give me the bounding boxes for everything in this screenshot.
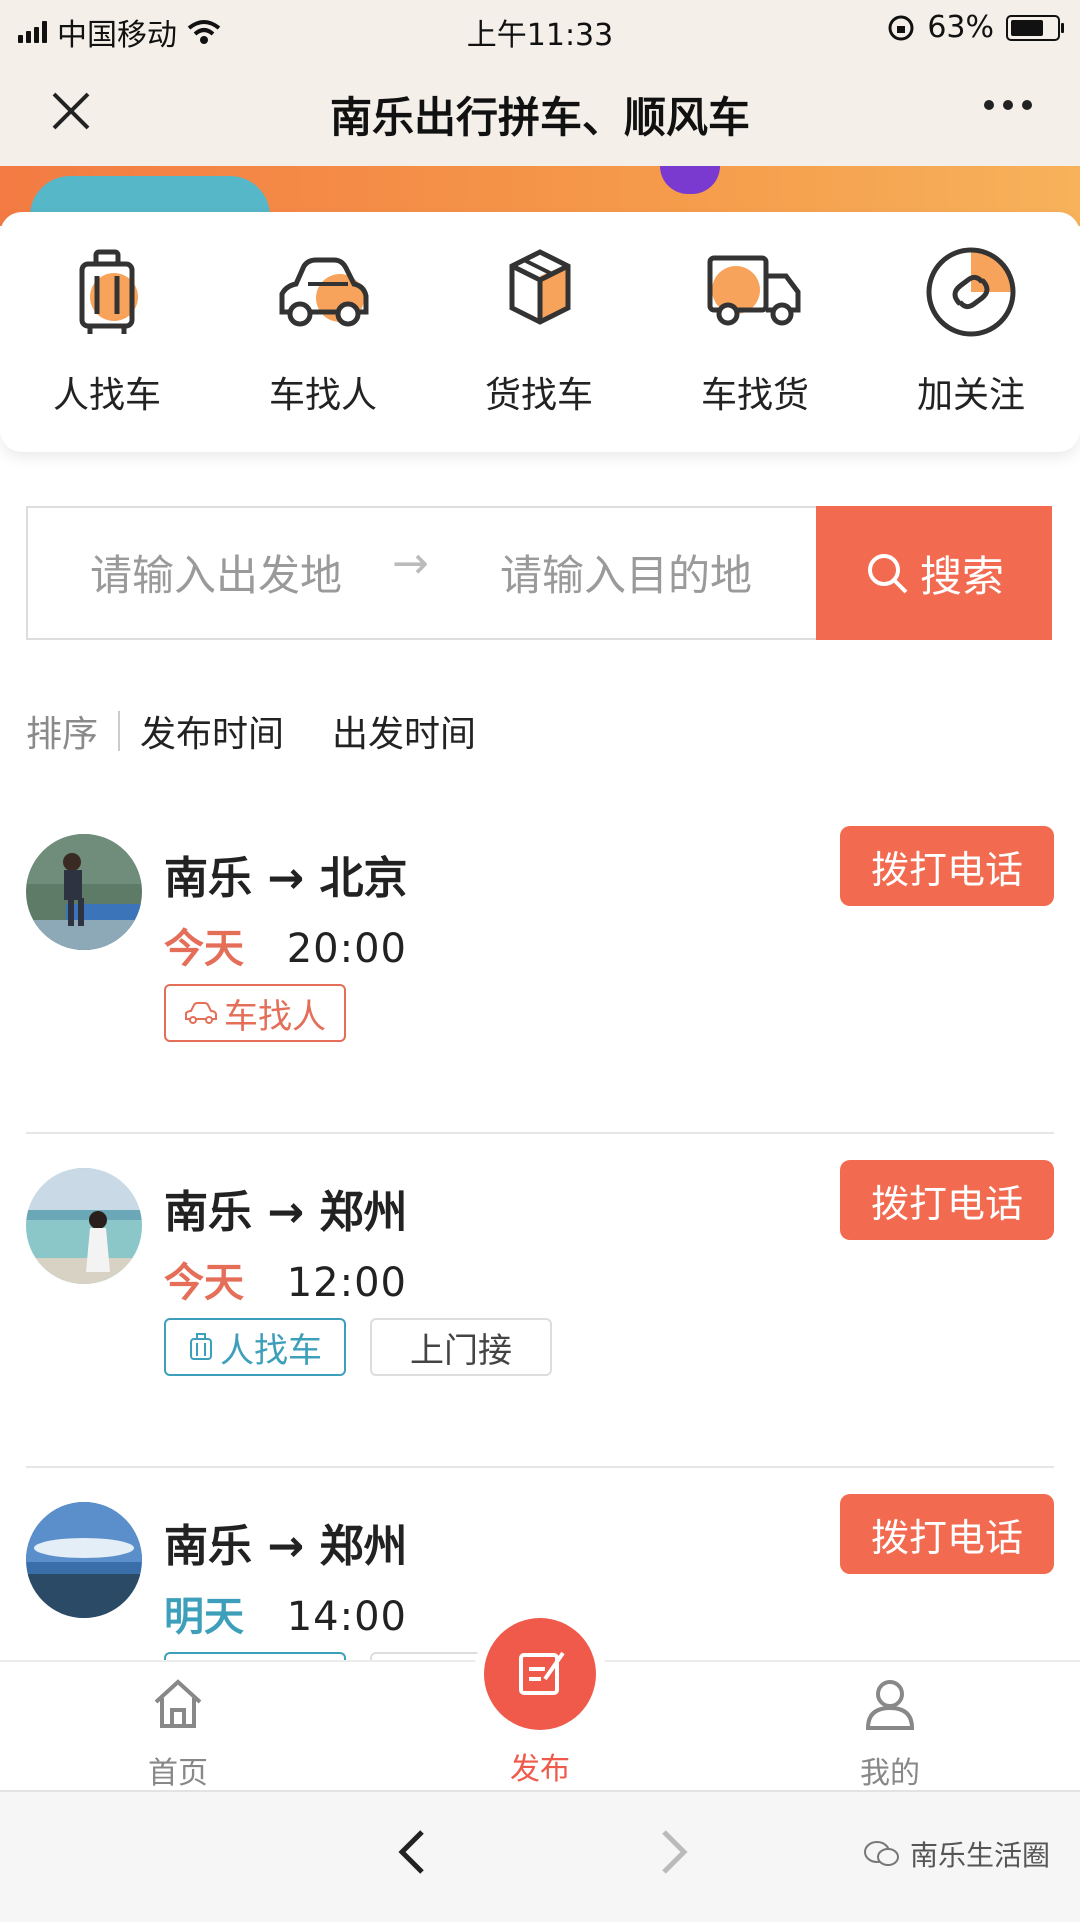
tab-mine[interactable]: 我的 xyxy=(790,1676,990,1792)
search-button-label: 搜索 xyxy=(919,551,1004,601)
call-button[interactable]: 拨打电话 xyxy=(840,826,1054,906)
arrow-icon: → xyxy=(392,538,429,589)
tab-home-label: 首页 xyxy=(148,1756,208,1791)
tab-mine-label: 我的 xyxy=(860,1756,920,1791)
box-icon xyxy=(509,249,571,325)
search-button[interactable]: 搜索 xyxy=(816,506,1052,640)
avatar xyxy=(26,1168,142,1284)
tag-car-find-person: 车找人 xyxy=(164,984,346,1042)
sort-bar: 排序 发布时间 出发时间 xyxy=(26,706,524,756)
ride-item[interactable]: 南乐 → 北京 今天 20:00 拨打电话 车找人 xyxy=(0,800,1080,1134)
browser-toolbar: 南乐生活圈 xyxy=(0,1790,1080,1922)
ride-time: 明天 14:00 xyxy=(164,1584,407,1642)
user-icon xyxy=(865,1680,915,1730)
publish-button[interactable] xyxy=(484,1618,596,1730)
rotation-lock-icon xyxy=(888,15,914,40)
tab-home[interactable]: 首页 xyxy=(78,1676,278,1792)
nav-bar: 南乐出行拼车、顺风车 xyxy=(0,56,1080,166)
sort-divider xyxy=(118,711,121,751)
departure-input[interactable]: 请输入出发地 xyxy=(90,542,342,603)
watermark-text: 南乐生活圈 xyxy=(909,1839,1050,1872)
destination-input[interactable]: 请输入目的地 xyxy=(500,542,752,603)
search-bar: 请输入出发地 → 请输入目的地 搜索 xyxy=(26,506,1052,640)
quick-action-label: 车找人 xyxy=(268,375,377,416)
ride-day: 明天 xyxy=(164,1594,244,1640)
sort-by-publish-time[interactable]: 发布时间 xyxy=(140,705,284,757)
tag-label: 上门接 xyxy=(410,1330,512,1371)
quick-action-car-find-person[interactable]: 车找人 xyxy=(238,242,408,418)
tag-label: 车找人 xyxy=(224,996,326,1037)
quick-action-car-find-goods[interactable]: 车找货 xyxy=(670,242,840,418)
avatar xyxy=(26,834,142,950)
watermark: 南乐生活圈 xyxy=(862,1834,1050,1874)
ride-day: 今天 xyxy=(164,926,244,972)
quick-action-label: 加关注 xyxy=(916,375,1025,416)
ride-tags: 车找人 xyxy=(164,984,346,1042)
luggage-icon xyxy=(190,1333,212,1360)
luggage-icon xyxy=(79,249,138,334)
page-title: 南乐出行拼车、顺风车 xyxy=(329,93,750,142)
more-icon[interactable] xyxy=(984,100,1032,110)
home-icon xyxy=(154,1679,202,1728)
car-icon xyxy=(185,1002,217,1024)
battery-percent: 63% xyxy=(927,10,994,45)
quick-action-label: 货找车 xyxy=(484,375,593,416)
tag-label: 人找车 xyxy=(220,1330,322,1371)
quick-actions: 人找车 车找人 货找车 车找货 加关注 xyxy=(0,212,1080,452)
quick-action-label: 人找车 xyxy=(52,375,161,416)
ride-item[interactable]: 南乐 → 郑州 今天 12:00 拨打电话 人找车 上门接 xyxy=(0,1134,1080,1468)
tag-person-find-car: 人找车 xyxy=(164,1318,346,1376)
quick-action-goods-find-car[interactable]: 货找车 xyxy=(454,242,624,418)
ride-clock: 14:00 xyxy=(286,1594,407,1640)
call-button[interactable]: 拨打电话 xyxy=(840,1494,1054,1574)
battery-icon xyxy=(1006,14,1064,41)
truck-icon xyxy=(707,255,801,326)
ride-tags: 人找车 上门接 xyxy=(164,1318,552,1376)
forward-icon[interactable] xyxy=(642,1822,702,1882)
ride-route: 南乐 → 北京 xyxy=(164,853,408,904)
ride-clock: 12:00 xyxy=(286,1260,407,1306)
avatar xyxy=(26,1502,142,1618)
ride-time: 今天 20:00 xyxy=(164,916,407,974)
quick-action-person-find-car[interactable]: 人找车 xyxy=(22,242,192,418)
ride-route: 南乐 → 郑州 xyxy=(164,1187,408,1238)
ride-time: 今天 12:00 xyxy=(164,1250,407,1308)
ride-route: 南乐 → 郑州 xyxy=(164,1521,408,1572)
sort-by-departure-time[interactable]: 出发时间 xyxy=(332,705,476,757)
car-icon xyxy=(279,257,369,327)
quick-action-label: 车找货 xyxy=(700,375,809,416)
banner-figure xyxy=(660,166,720,194)
ride-clock: 20:00 xyxy=(286,926,407,972)
back-icon[interactable] xyxy=(384,1822,444,1882)
ride-day: 今天 xyxy=(164,1260,244,1306)
quick-action-follow[interactable]: 加关注 xyxy=(886,242,1056,418)
tag-door-pickup: 上门接 xyxy=(370,1318,552,1376)
call-button[interactable]: 拨打电话 xyxy=(840,1160,1054,1240)
edit-icon xyxy=(519,1651,565,1695)
follow-icon xyxy=(926,247,1016,337)
sort-label: 排序 xyxy=(26,714,99,755)
search-icon xyxy=(867,554,908,594)
status-right: 63% xyxy=(887,10,1064,45)
tab-publish-label[interactable]: 发布 xyxy=(440,1744,640,1788)
status-bar: 中国移动 上午11:33 63% xyxy=(0,0,1080,56)
wechat-icon xyxy=(863,1841,899,1866)
